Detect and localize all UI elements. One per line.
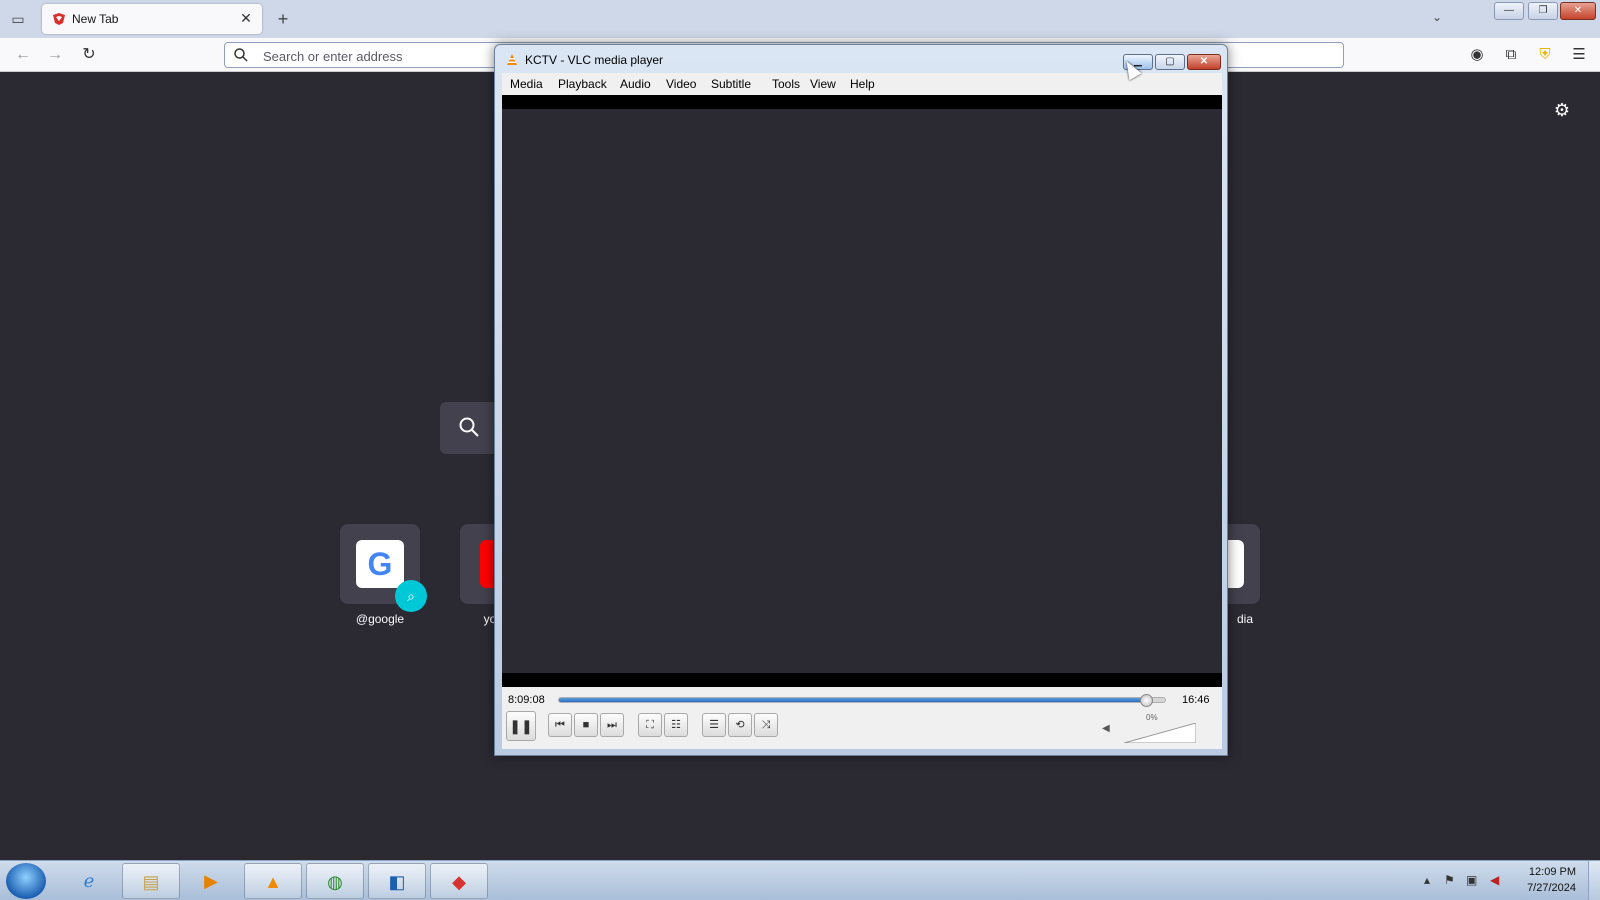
playlist-button[interactable]: ☰ xyxy=(702,713,726,737)
minimize-button[interactable]: — xyxy=(1494,2,1524,20)
restore-button[interactable]: ❐ xyxy=(1528,2,1558,20)
media-player-icon[interactable]: ▶ xyxy=(182,863,240,899)
browser-favicon-icon xyxy=(53,13,65,25)
menu-video[interactable]: Video xyxy=(666,77,696,91)
loop-button[interactable]: ⟲ xyxy=(728,713,752,737)
shield-icon[interactable]: ⛨ xyxy=(1536,46,1554,64)
seek-handle[interactable] xyxy=(1139,694,1153,707)
search-icon xyxy=(234,48,248,62)
fullscreen-button[interactable]: ⛶ xyxy=(638,713,662,737)
internet-explorer-icon[interactable]: ℯ xyxy=(60,863,118,899)
video-area[interactable] xyxy=(502,95,1222,687)
menu-view[interactable]: View xyxy=(810,77,836,91)
menu-icon[interactable]: ☰ xyxy=(1570,46,1588,64)
menu-media[interactable]: Media xyxy=(510,77,543,91)
shortcut-label: @google xyxy=(355,612,405,626)
taskbar: ℯ ▤ ▶ ▲ ◍ ◧ ◆ ▴ ⚑ ▣ ◀ 12:09 PM 7/27/2024 xyxy=(0,860,1600,900)
pause-button[interactable]: ❚❚ xyxy=(506,711,536,741)
network-app-icon[interactable]: ◍ xyxy=(306,863,364,899)
gear-icon[interactable]: ⚙ xyxy=(1554,100,1570,121)
vlc-window: KCTV - VLC media player ▁ ▢ ✕ Media Play… xyxy=(494,44,1228,756)
show-desktop-button[interactable] xyxy=(1588,861,1600,900)
extensions-icon[interactable]: ⧉ xyxy=(1502,46,1520,64)
seek-progress xyxy=(559,698,1144,702)
menu-subtitle[interactable]: Subtitle xyxy=(711,77,751,91)
clock-date[interactable]: 7/27/2024 xyxy=(1516,882,1576,894)
vlc-icon[interactable]: ▲ xyxy=(244,863,302,899)
seek-bar[interactable] xyxy=(558,694,1166,707)
shuffle-button[interactable]: ⤨ xyxy=(754,713,778,737)
tab-new-tab[interactable]: New Tab ✕ xyxy=(42,4,262,34)
browser-icon[interactable]: ◆ xyxy=(430,863,488,899)
reload-icon[interactable]: ↻ xyxy=(78,44,100,66)
clock-time[interactable]: 12:09 PM xyxy=(1516,866,1576,878)
close-window-button[interactable]: ✕ xyxy=(1560,2,1596,20)
file-explorer-icon[interactable]: ▤ xyxy=(122,863,180,899)
close-button[interactable]: ✕ xyxy=(1187,54,1221,70)
vlc-controls: 8:09:08 16:46 ❚❚ ⏮ ■ ⏭ ⛶ ☷ ☰ ⟲ ⤨ ◀ 0% xyxy=(502,687,1222,749)
total-time: 16:46 xyxy=(1182,694,1210,706)
flag-icon[interactable]: ⚑ xyxy=(1444,873,1455,887)
forward-arrow-icon[interactable]: → xyxy=(44,44,66,66)
chevron-down-icon[interactable]: ⌄ xyxy=(1432,10,1442,24)
close-icon[interactable]: ✕ xyxy=(238,10,254,26)
window-title: KCTV - VLC media player xyxy=(525,53,664,67)
menu-help[interactable]: Help xyxy=(850,77,875,91)
shortcut-google[interactable]: G ⌕ xyxy=(340,524,427,612)
vlc-menubar: Media Playback Audio Video Subtitle Tool… xyxy=(502,73,1222,95)
tray-expand-icon[interactable]: ▴ xyxy=(1424,873,1430,887)
start-button[interactable] xyxy=(6,863,46,899)
previous-button[interactable]: ⏮ xyxy=(548,713,572,737)
google-icon: G xyxy=(356,540,404,588)
browser-tabbar: ▭ New Tab ✕ + ⌄ — ❐ ✕ xyxy=(0,0,1600,38)
search-icon xyxy=(459,417,479,437)
volume-label: 0% xyxy=(1146,713,1158,722)
maximize-button[interactable]: ▢ xyxy=(1155,54,1185,70)
menu-playback[interactable]: Playback xyxy=(558,77,607,91)
account-icon[interactable]: ◉ xyxy=(1468,46,1486,64)
menu-tools[interactable]: Tools xyxy=(772,77,800,91)
volume-muted-icon[interactable]: ◀ xyxy=(1490,873,1499,887)
stop-button[interactable]: ■ xyxy=(574,713,598,737)
network-icon[interactable]: ▣ xyxy=(1466,873,1477,887)
page-search-box[interactable] xyxy=(440,402,500,454)
speaker-icon[interactable]: ◀ xyxy=(1102,723,1110,734)
new-tab-button[interactable]: + xyxy=(272,8,294,30)
back-arrow-icon[interactable]: ← xyxy=(12,44,34,66)
tab-list-icon[interactable]: ▭ xyxy=(8,9,28,29)
outlook-icon[interactable]: ◧ xyxy=(368,863,426,899)
volume-slider[interactable] xyxy=(1124,723,1196,743)
menu-audio[interactable]: Audio xyxy=(620,77,651,91)
search-icon: ⌕ xyxy=(395,580,427,612)
vlc-titlebar[interactable]: KCTV - VLC media player ▁ ▢ ✕ xyxy=(495,45,1227,73)
tab-title: New Tab xyxy=(72,12,119,26)
elapsed-time: 8:09:08 xyxy=(508,694,545,706)
extended-settings-button[interactable]: ☷ xyxy=(664,713,688,737)
vlc-cone-icon xyxy=(507,54,517,65)
next-button[interactable]: ⏭ xyxy=(600,713,624,737)
